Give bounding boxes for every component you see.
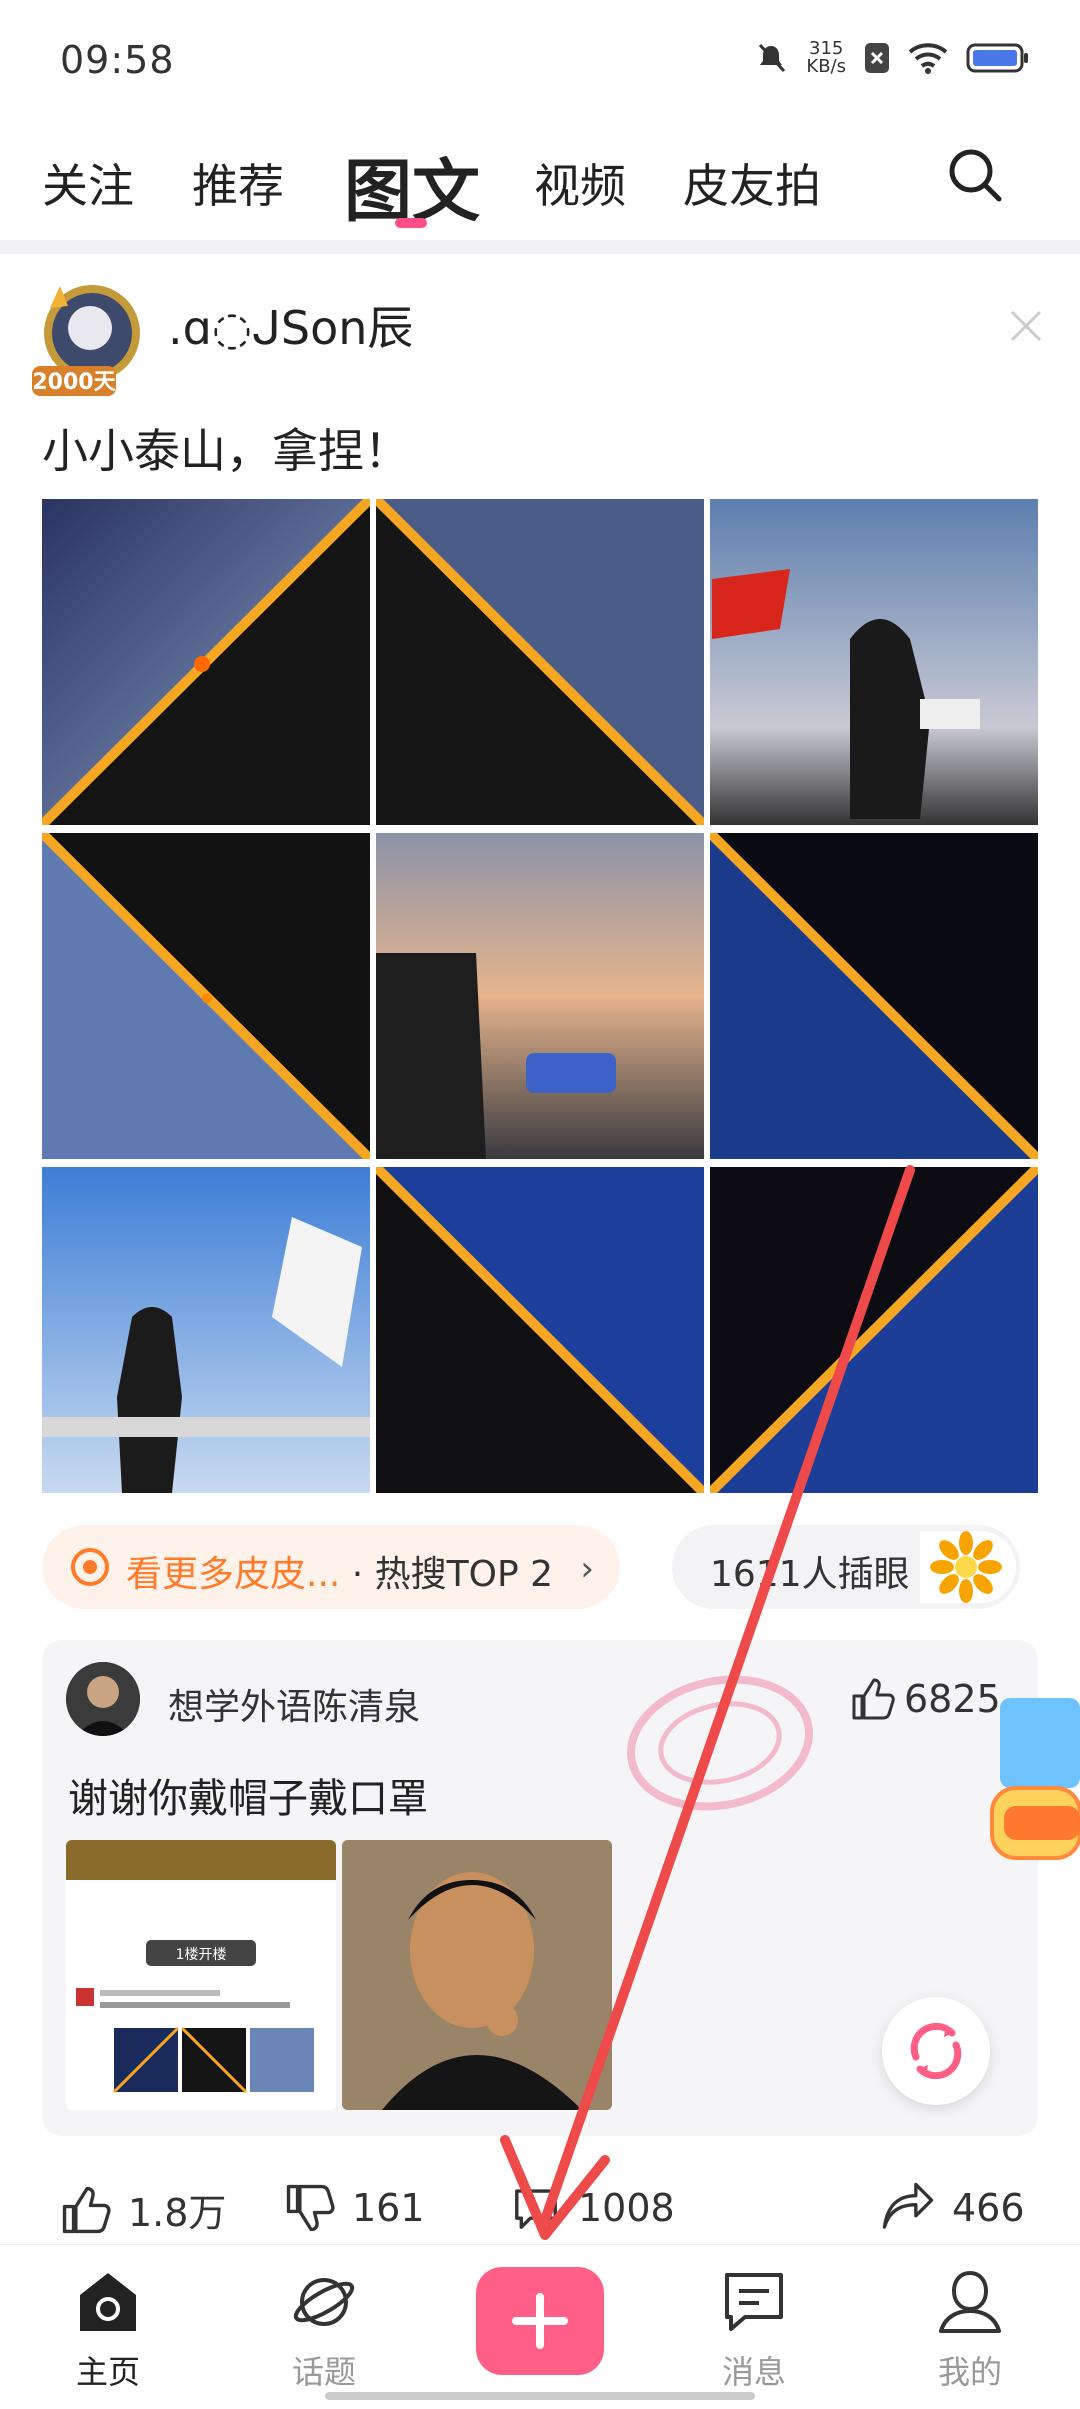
nav-topics-label: 话题 (291, 2353, 356, 2391)
grid-image-5[interactable] (376, 833, 704, 1159)
nav-messages[interactable]: 消息 (684, 2267, 824, 2393)
promo-floating-banner[interactable] (982, 1688, 1080, 1878)
share-icon (882, 2182, 934, 2229)
svg-text:1楼开楼: 1楼开楼 (176, 1947, 227, 1963)
top-tabs: 关注 推荐 图文 视频 皮友拍 (0, 130, 1080, 240)
hot-search-icon (71, 1548, 109, 1586)
comment-like-button[interactable]: 6825 (850, 1676, 1001, 1722)
message-icon (725, 2273, 783, 2331)
tab-follow[interactable]: 关注 (42, 150, 134, 216)
share-button[interactable]: 466 (880, 2182, 1025, 2234)
planet-icon (293, 2278, 355, 2326)
sunflower-icon (920, 1531, 1016, 1603)
hot-search-label: 看更多皮皮... · 热搜TOP 2 (126, 1554, 554, 1595)
bookmark-count-pill[interactable]: 1611人插眼 (672, 1525, 1020, 1609)
battery-icon (966, 43, 1028, 73)
nav-home[interactable]: 主页 (38, 2267, 178, 2393)
comment-image-meme[interactable] (342, 1840, 612, 2110)
like-count: 1.8万 (128, 2191, 227, 2235)
refresh-button[interactable] (882, 1997, 990, 2105)
thumbs-up-icon (62, 2186, 111, 2233)
comment-text: 谢谢你戴帽子戴口罩 (68, 1776, 428, 1822)
refresh-icon (910, 2022, 962, 2080)
grid-image-2[interactable] (376, 499, 704, 825)
bookmark-count-label: 1611人插眼 (710, 1554, 910, 1595)
svg-text:2000天: 2000天 (32, 370, 116, 395)
grid-image-7[interactable] (42, 1167, 370, 1493)
nav-profile[interactable]: 我的 (900, 2267, 1040, 2393)
comment-image-screenshot[interactable]: 1楼开楼 (66, 1840, 336, 2110)
active-tab-indicator (395, 218, 427, 228)
tab-video[interactable]: 视频 (534, 150, 626, 216)
grid-image-6[interactable] (710, 833, 1038, 1159)
comment-avatar[interactable] (66, 1662, 140, 1736)
grid-image-3[interactable] (710, 499, 1038, 825)
post-actions: 1.8万 161 1008 466 (0, 2182, 1080, 2242)
nav-profile-label: 我的 (937, 2353, 1002, 2391)
thumbs-up-icon (852, 1678, 895, 1720)
grid-image-1[interactable] (42, 499, 370, 825)
create-post-button[interactable] (476, 2267, 604, 2375)
dislike-button[interactable]: 161 (284, 2182, 425, 2234)
grid-image-8[interactable] (376, 1167, 704, 1493)
nav-topics[interactable]: 话题 (254, 2267, 394, 2393)
nav-messages-label: 消息 (721, 2353, 786, 2391)
post-username[interactable]: .ɑ◌ᒍSon辰 (168, 292, 413, 358)
hot-search-pill[interactable]: 看更多皮皮... · 热搜TOP 2 › (42, 1525, 620, 1609)
tab-recommend[interactable]: 推荐 (192, 150, 284, 216)
home-indicator (325, 2392, 755, 2400)
tab-pyq-shoot[interactable]: 皮友拍 (683, 150, 821, 216)
chevron-right-icon: › (580, 1549, 594, 1589)
post-text: 小小泰山，拿捏！ (42, 424, 410, 478)
plus-icon (512, 2293, 568, 2349)
thumbs-down-icon (286, 2184, 335, 2232)
watermark-stamp (627, 1675, 813, 1811)
like-button[interactable]: 1.8万 (60, 2182, 226, 2237)
profile-icon (939, 2270, 1001, 2333)
grid-image-4[interactable] (42, 833, 370, 1159)
status-bar: 09:58 315 KB/s (0, 0, 1080, 120)
mute-icon (759, 43, 786, 73)
status-time: 09:58 (60, 38, 175, 82)
comment-username[interactable]: 想学外语陈清泉 (168, 1678, 420, 1730)
post-avatar[interactable]: 2000天 (30, 278, 150, 398)
network-speed: 315 KB/s (806, 38, 846, 77)
sim-x-icon (865, 43, 889, 73)
bottom-nav: 主页 话题 消息 我的 (0, 2244, 1080, 2409)
comment-count: 1008 (578, 2186, 675, 2230)
nav-home-label: 主页 (75, 2353, 140, 2391)
wifi-icon (908, 43, 948, 74)
grid-image-9[interactable] (710, 1167, 1038, 1493)
section-divider (0, 240, 1080, 254)
dislike-count: 161 (352, 2186, 425, 2230)
close-icon[interactable] (1008, 308, 1044, 344)
home-icon (80, 2273, 136, 2331)
search-icon[interactable] (945, 145, 1005, 205)
share-count: 466 (952, 2186, 1025, 2230)
status-icons: 315 KB/s (754, 40, 1030, 76)
comment-icon (515, 2189, 557, 2229)
photo-grid (42, 499, 1038, 1495)
comment-button[interactable]: 1008 (510, 2182, 675, 2234)
